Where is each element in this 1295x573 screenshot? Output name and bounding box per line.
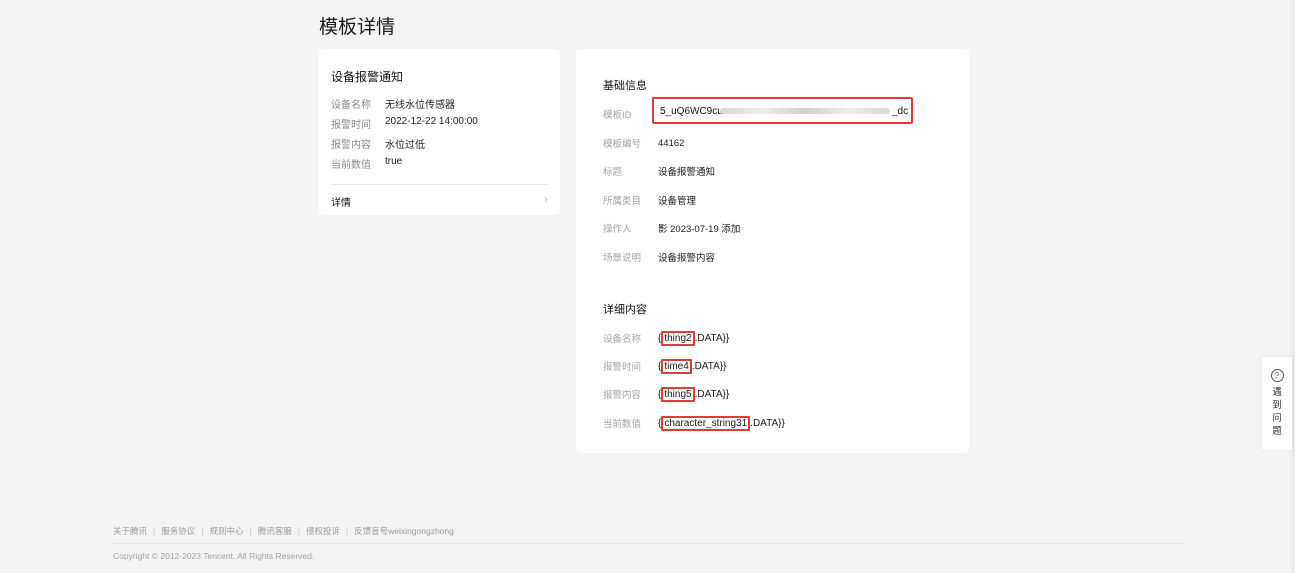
preview-field-value: 无线水位传感器 (385, 100, 455, 111)
footer-link[interactable]: 腾讯客服 (258, 526, 292, 536)
help-label: 遇到问题 (1272, 387, 1282, 437)
detail-label: 当前数值 (603, 419, 642, 430)
highlighted-key: thing2 (661, 330, 695, 346)
heading-value: 设备报警通知 (658, 167, 716, 178)
preview-field-value: true (385, 156, 403, 167)
heading-row: 标题 设备报警通知 (603, 164, 715, 178)
highlighted-key: time4 (661, 358, 692, 374)
detail-content-title: 详细内容 (603, 304, 647, 316)
template-no-row: 模板编号 44162 (603, 136, 685, 151)
template-id-row: 模板ID (603, 107, 658, 121)
preview-divider (331, 184, 548, 185)
preview-field-value: 2022-12-22 14:00:00 (385, 116, 478, 127)
preview-card: 设备报警通知 设备名称 无线水位传感器 报警时间 2022-12-22 14:0… (319, 49, 560, 215)
footer-link[interactable]: 反馈盲号weixingongzhong (354, 526, 454, 536)
template-placeholder: {time4 .DATA}} (658, 358, 727, 374)
template-no-value: 44162 (658, 137, 685, 149)
operator-value: 影 2023-07-19 添加 (658, 224, 741, 235)
footer-separator: | (153, 526, 156, 536)
help-widget[interactable]: ? 遇到问题 (1262, 357, 1292, 450)
preview-field-label: 设备名称 (331, 100, 371, 111)
preview-field: 当前数值 true (331, 156, 402, 171)
preview-field: 设备名称 无线水位传感器 (331, 96, 455, 111)
highlighted-key: thing5 (661, 386, 695, 402)
scene-row: 场景说明 设备报警内容 (603, 250, 715, 264)
detail-row: 报警内容 {thing5 .DATA}} (603, 386, 730, 402)
footer-link[interactable]: 规则中心 (209, 526, 243, 536)
page-title: 模板详情 (319, 17, 396, 38)
brace-close: .DATA}} (694, 332, 730, 344)
brace-close: .DATA}} (694, 388, 730, 400)
footer-separator: | (249, 526, 252, 536)
category-label: 所属类目 (603, 196, 642, 207)
window-right-edge (1291, 0, 1295, 573)
highlighted-key: character_string31 (661, 415, 751, 431)
footer-link[interactable]: 侵权投诉 (306, 526, 340, 536)
basic-info-title: 基础信息 (603, 80, 647, 92)
brace-close: .DATA}} (691, 360, 727, 372)
footer-link[interactable]: 服务协议 (161, 526, 195, 536)
preview-title: 设备报警通知 (331, 70, 404, 84)
footer-link[interactable]: 关于腾讯 (113, 526, 147, 536)
chevron-right-icon[interactable]: › (544, 192, 548, 206)
footer-divider (113, 543, 1184, 544)
category-value: 设备管理 (658, 196, 697, 207)
template-id-box: 5_uQ6WC9cu _dc (652, 97, 913, 124)
detail-row: 当前数值 {character_string31 .DATA}} (603, 415, 785, 431)
detail-label: 报警内容 (603, 390, 642, 401)
template-id-label: 模板ID (603, 110, 632, 121)
preview-field-label: 当前数值 (331, 160, 371, 171)
footer-separator: | (201, 526, 204, 536)
heading-label: 标题 (603, 167, 623, 178)
operator-label: 操作人 (603, 224, 632, 235)
preview-field-label: 报警时间 (331, 120, 371, 131)
copyright: Copyright © 2012-2023 Tencent. All Right… (113, 551, 315, 561)
template-no-label: 模板编号 (603, 139, 642, 150)
detail-link[interactable]: 详情 (331, 194, 351, 209)
template-placeholder: {character_string31 .DATA}} (658, 415, 785, 431)
template-placeholder: {thing2 .DATA}} (658, 330, 730, 346)
operator-row: 操作人 影 2023-07-19 添加 (603, 221, 740, 235)
scene-value: 设备报警内容 (658, 253, 716, 264)
detail-label: 报警时间 (603, 362, 642, 373)
footer-links: 关于腾讯 | 服务协议 | 规则中心 | 腾讯客服 | 侵权投诉 | 反馈盲号weixingongz… (113, 525, 454, 537)
category-row: 所属类目 设备管理 (603, 193, 696, 207)
preview-field: 报警时间 2022-12-22 14:00:00 (331, 116, 478, 131)
question-icon: ? (1270, 369, 1284, 382)
detail-row: 报警时间 {time4 .DATA}} (603, 358, 727, 374)
redacted-blur (720, 108, 890, 114)
preview-field-value: 水位过低 (385, 140, 425, 151)
footer-separator: | (297, 526, 300, 536)
template-id-prefix: 5_uQ6WC9cu (660, 106, 723, 117)
template-id-suffix: _dc (892, 106, 909, 117)
detail-label: 设备名称 (603, 334, 642, 345)
detail-row: 设备名称 {thing2 .DATA}} (603, 330, 730, 346)
preview-field: 报警内容 水位过低 (331, 136, 425, 151)
brace-close: .DATA}} (750, 417, 785, 429)
scene-label: 场景说明 (603, 253, 642, 264)
template-placeholder: {thing5 .DATA}} (658, 386, 730, 402)
preview-field-label: 报警内容 (331, 140, 371, 151)
footer-separator: | (345, 526, 349, 536)
